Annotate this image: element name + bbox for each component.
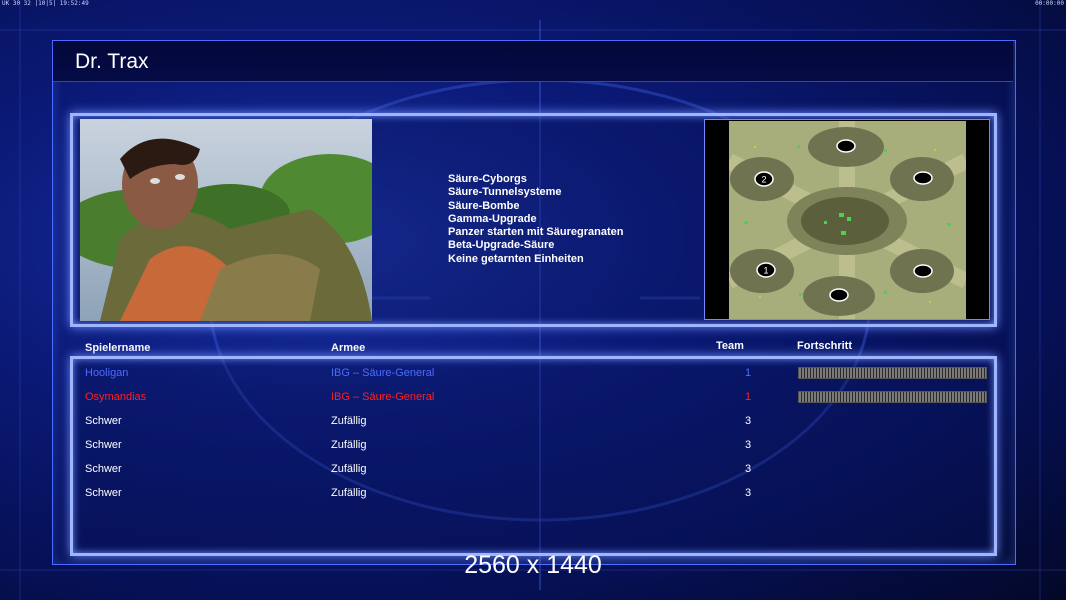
- status-bar-clock: 00:00:00: [1035, 0, 1064, 7]
- player-team: 1: [745, 391, 752, 403]
- column-header-player: Spielername: [85, 342, 151, 354]
- table-row[interactable]: Osymandias IBG – Säure-General 1: [0, 391, 1066, 411]
- player-army: Zufällig: [331, 487, 367, 499]
- start-marker-label: 2: [761, 175, 766, 185]
- player-name: Hooligan: [85, 367, 129, 379]
- table-row[interactable]: Schwer Zufällig 3: [0, 463, 1066, 483]
- column-header-team: Team: [716, 340, 744, 352]
- resolution-overlay: 2560 x 1440: [464, 551, 602, 579]
- player-team: 3: [745, 439, 752, 451]
- feature-item: Säure-Bombe: [448, 199, 520, 212]
- page-title: Dr. Trax: [75, 50, 149, 73]
- start-marker-2: 2: [754, 171, 774, 187]
- table-row[interactable]: Schwer Zufällig 3: [0, 439, 1066, 459]
- feature-list: Säure-Cyborgs Säure-Tunnelsysteme Säure-…: [448, 173, 623, 266]
- title-bar: [53, 41, 1013, 82]
- player-army: IBG – Säure-General: [331, 391, 435, 403]
- status-bar-left: UK 30 32 |10|5| 19:52:49: [2, 0, 89, 7]
- player-team: 3: [745, 415, 752, 427]
- feature-item: Panzer starten mit Säuregranaten: [448, 226, 624, 239]
- player-name: Schwer: [85, 463, 122, 475]
- player-team: 3: [745, 463, 752, 475]
- column-header-army: Armee: [331, 342, 366, 354]
- status-bar: UK 30 32 |10|5| 19:52:49 00:00:00: [0, 0, 1066, 8]
- start-marker-1: 1: [756, 262, 776, 278]
- general-portrait: [80, 119, 372, 321]
- player-army: Zufällig: [331, 415, 367, 427]
- player-name: Schwer: [85, 439, 122, 451]
- table-row[interactable]: Hooligan IBG – Säure-General 1: [0, 367, 1066, 387]
- feature-item: Gamma-Upgrade: [448, 212, 537, 225]
- feature-item: Säure-Cyborgs: [448, 173, 527, 185]
- player-army: IBG – Säure-General: [331, 367, 435, 379]
- table-row[interactable]: Schwer Zufällig 3: [0, 487, 1066, 507]
- table-row[interactable]: Schwer Zufällig 3: [0, 415, 1066, 435]
- progress-bar: [798, 367, 987, 379]
- player-name: Schwer: [85, 487, 122, 499]
- player-team: 1: [745, 367, 752, 379]
- feature-item: Keine getarnten Einheiten: [448, 252, 584, 265]
- player-name: Osymandias: [85, 391, 147, 403]
- start-marker-label: 1: [763, 266, 768, 276]
- progress-bar: [798, 391, 987, 403]
- player-army: Zufällig: [331, 439, 367, 451]
- column-header-progress: Fortschritt: [797, 340, 852, 352]
- player-team: 3: [745, 487, 752, 499]
- player-army: Zufällig: [331, 463, 367, 475]
- map-preview: 2 1: [704, 119, 990, 320]
- feature-item: Beta-Upgrade-Säure: [448, 239, 555, 252]
- player-name: Schwer: [85, 415, 122, 427]
- feature-item: Säure-Tunnelsysteme: [448, 186, 562, 199]
